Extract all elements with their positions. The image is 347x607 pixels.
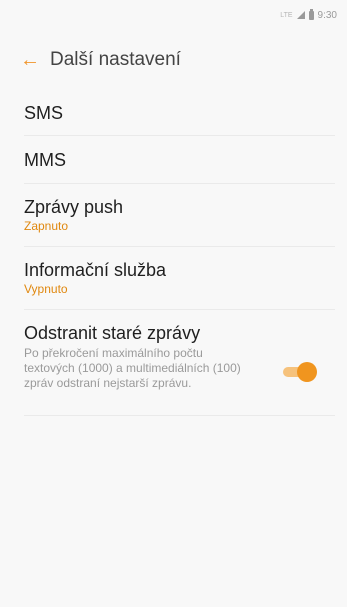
arrow-left-icon[interactable]: ← xyxy=(20,50,42,70)
status-bar: LTE 9:30 xyxy=(0,0,347,30)
settings-item-title: Zprávy push xyxy=(24,197,124,217)
lte-icon: LTE xyxy=(280,11,293,19)
delete-old-toggle[interactable] xyxy=(283,362,317,382)
signal-icon xyxy=(296,11,305,19)
settings-item-cell-broadcast[interactable]: Informační služba Vypnuto xyxy=(24,247,335,310)
settings-item-description: Po překročení maximálního počtu textovýc… xyxy=(24,346,241,390)
status-time: 9:30 xyxy=(317,9,337,21)
settings-item-mms[interactable]: MMS xyxy=(24,136,335,184)
settings-item-title: MMS xyxy=(24,150,66,170)
settings-item-title: Odstranit staré zprávy xyxy=(24,323,201,343)
screen: LTE 9:30 ← Další nastavení SMS MMS Zpráv… xyxy=(0,0,347,607)
settings-item-title: SMS xyxy=(24,103,64,123)
settings-item-delete-old[interactable]: Odstranit staré zprávy Po překročení max… xyxy=(24,310,335,416)
toggle-thumb xyxy=(297,362,317,382)
page-title: Další nastavení xyxy=(50,49,181,70)
battery-icon xyxy=(308,8,314,20)
settings-item-status: Zapnuto xyxy=(24,219,69,233)
settings-item-push[interactable]: Zprávy push Zapnuto xyxy=(24,184,335,247)
header: ← Další nastavení xyxy=(0,38,347,82)
settings-item-sms[interactable]: SMS xyxy=(24,90,335,136)
settings-item-title: Informační služba xyxy=(24,260,167,280)
settings-item-status: Vypnuto xyxy=(24,282,68,296)
settings-list: SMS MMS Zprávy push Zapnuto Informační s… xyxy=(0,90,347,416)
